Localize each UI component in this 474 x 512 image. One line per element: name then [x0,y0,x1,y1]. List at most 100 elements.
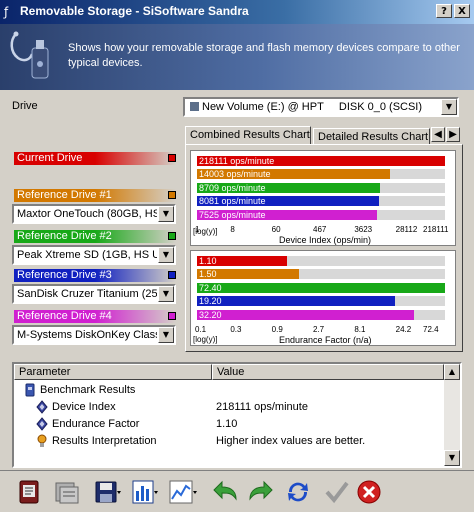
close-button[interactable]: X [454,4,470,18]
reference-drive-3-value: SanDisk Cruzer Titanium (256M [17,288,157,300]
bottom-toolbar [0,470,474,512]
current-drive-label: Current Drive [14,152,176,165]
x-tick-label: 24.2 [395,325,412,334]
table-row[interactable]: Endurance Factor 1.10 [14,416,442,433]
reference-drive-2-value: Peak Xtreme SD (1GB, HS USB [17,249,157,261]
vertical-scrollbar[interactable]: ▲ ▼ [444,364,460,466]
bar-fill [197,282,445,293]
chevron-down-icon[interactable]: ▼ [158,286,174,302]
x-tick-label: 0.3 [230,325,242,334]
x-tick-label: 2.7 [313,325,325,334]
chart-bar: 8081 ops/minute [197,196,445,207]
tab-combined-results[interactable]: Combined Results Chart [185,126,311,145]
usb-stick-icon [8,30,58,84]
bar-value-label: 72.40 [199,282,222,293]
report-icon[interactable] [14,477,44,507]
help-button[interactable]: ? [436,4,452,18]
drive-color-swatch [168,232,176,240]
chart-bar: 19.20 [197,296,445,307]
module-list-icon[interactable] [52,477,82,507]
drive-color-swatch [168,271,176,279]
tab-scroll-left-icon[interactable]: ◀ [431,127,445,142]
parameter-cell: Benchmark Results [40,384,136,396]
graph-icon[interactable] [168,477,198,507]
reference-drive-2-label: Reference Drive #2 [14,230,176,243]
parameter-cell: Device Index [52,401,116,413]
table-row[interactable]: Benchmark Results [14,382,442,399]
chart-bar: 7525 ops/minute [197,209,445,220]
chevron-down-icon[interactable]: ▼ [158,206,174,222]
table-row[interactable]: Results Interpretation Higher index value… [14,433,442,450]
drive-select-value: New Volume (E:) @ HPT DISK 0_0 (SCSI) [190,101,440,113]
x-axis-label: Endurance Factor (n/a) [279,335,372,345]
drive-label: Drive [12,100,38,112]
x-tick-label: 8.1 [354,325,366,334]
chart-bar: 218111 ops/minute [197,156,445,166]
x-tick-label: 3623 [354,225,373,234]
scale-label: [log(y)] [193,335,218,344]
drive-select[interactable]: New Volume (E:) @ HPT DISK 0_0 (SCSI) ▼ [183,97,459,117]
x-tick-label: 0.1 [195,325,207,334]
drive-color-swatch [168,154,176,162]
bar-value-label: 7525 ops/minute [199,209,266,220]
bar-fill [197,309,415,320]
reference-drive-4-value: M-Systems DiskOnKey Classic ( [17,329,157,341]
chevron-down-icon[interactable]: ▼ [441,99,457,115]
bar-fill [197,296,395,307]
reference-drive-1-value: Maxtor OneTouch (80GB, HS U [17,208,157,220]
scroll-down-icon[interactable]: ▼ [444,450,460,466]
bar-value-label: 32.20 [199,309,222,320]
main-window: ƒ Removable Storage - SiSoftware Sandra … [0,0,474,512]
column-header-parameter[interactable]: Parameter [14,364,212,380]
scroll-up-icon[interactable]: ▲ [444,364,460,380]
parameter-cell: Endurance Factor [52,418,140,430]
value-cell: 1.10 [216,418,238,430]
reference-drive-2-select[interactable]: Peak Xtreme SD (1GB, HS USB▼ [12,245,176,265]
x-tick-label: 72.4 [423,325,439,334]
lightbulb-icon [36,434,48,448]
drive-color-swatch [168,312,176,320]
reference-drive-3-label: Reference Drive #3 [14,269,176,282]
cancel-icon[interactable] [354,477,384,507]
bar-value-label: 1.10 [199,256,217,266]
table-row[interactable]: Device Index 218111 ops/minute [14,399,442,416]
forward-arrow-icon[interactable] [244,477,274,507]
chevron-down-icon[interactable]: ▼ [158,327,174,343]
chart-bar: 1.10 [197,256,445,266]
x-tick-label: 467 [313,225,327,234]
benchmark-icon [24,383,36,397]
x-tick-label: 0.9 [271,325,283,334]
app-icon: ƒ [4,5,9,19]
window-title: Removable Storage - SiSoftware Sandra [20,4,249,18]
results-list[interactable]: Parameter Value Benchmark Results Device … [12,362,462,468]
x-tick-label: 28112 [395,225,418,234]
parameter-cell: Results Interpretation [52,435,157,447]
back-arrow-icon[interactable] [212,477,242,507]
header-banner: Shows how your removable storage and fla… [0,24,474,90]
chart-bar: 14003 ops/minute [197,169,445,180]
endurance-factor-chart: 1.10 1.50 72.40 19.20 32.20 [log(y)] 0.1 0.3 0… [190,250,456,346]
chart-bar: 72.40 [197,282,445,293]
tab-scroll-right-icon[interactable]: ▶ [446,127,460,142]
reference-drive-4-label: Reference Drive #4 [14,310,176,323]
x-tick-label: 60 [271,225,281,234]
banner-description: Shows how your removable storage and fla… [68,42,460,69]
column-header-value[interactable]: Value [212,364,444,380]
chevron-down-icon[interactable]: ▼ [158,247,174,263]
value-cell: 218111 ops/minute [216,401,308,413]
drive-color-swatch [168,191,176,199]
x-axis-label: Device Index (ops/min) [279,235,372,245]
ok-checkmark-icon[interactable] [322,477,352,507]
reference-drive-1-select[interactable]: Maxtor OneTouch (80GB, HS U ▼ [12,204,176,224]
refresh-icon[interactable] [283,477,313,507]
reference-drive-4-select[interactable]: M-Systems DiskOnKey Classic (▼ [12,325,176,345]
chart-options-icon[interactable] [130,477,160,507]
bar-value-label: 8081 ops/minute [199,196,266,207]
disk-icon [190,102,199,111]
reference-drive-3-select[interactable]: SanDisk Cruzer Titanium (256M▼ [12,284,176,304]
x-tick-label: 218111 [423,225,449,234]
diamond-icon [36,400,48,414]
save-icon[interactable] [92,477,122,507]
bar-value-label: 1.50 [199,269,217,280]
bar-value-label: 8709 ops/minute [199,182,266,193]
